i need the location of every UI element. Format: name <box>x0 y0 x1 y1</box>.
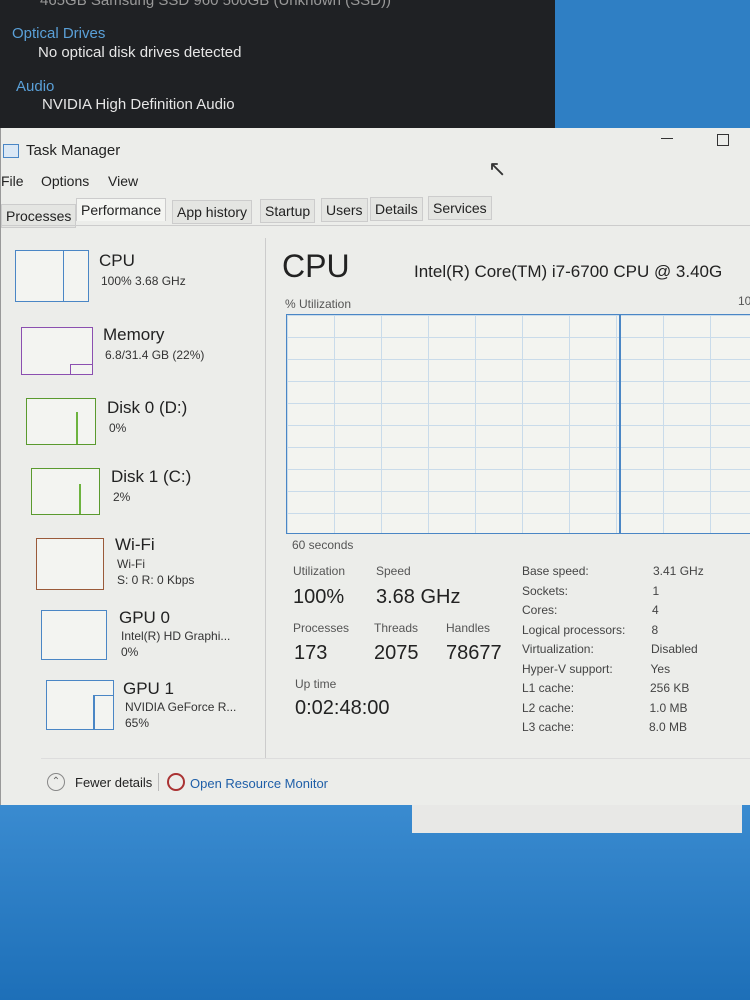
resource-monitor-icon <box>167 773 185 791</box>
spec-label: Virtualization: <box>522 642 594 656</box>
background-window-edge <box>412 805 742 833</box>
tab-services[interactable]: Services <box>428 196 492 220</box>
speed-label: Speed <box>376 564 411 578</box>
page-title: CPU <box>282 248 350 284</box>
sidebar-divider <box>265 238 266 758</box>
threads-value: 2075 <box>374 642 419 664</box>
section-heading: Audio <box>16 78 55 95</box>
handles-label: Handles <box>446 621 491 635</box>
tab-performance[interactable]: Performance <box>76 198 167 221</box>
speed-value: 3.68 GHz <box>376 586 461 608</box>
utilization-line <box>619 315 621 533</box>
spec-value: Yes <box>650 661 671 676</box>
section-heading: Optical Drives <box>12 25 106 42</box>
footer-divider <box>41 758 750 759</box>
spec-value: 256 KB <box>650 681 690 695</box>
sidebar-title: Disk 0 (D:) <box>107 398 188 417</box>
threads-label: Threads <box>374 621 419 635</box>
task-manager-window: Task Manager ↖ File Options View Process… <box>0 128 750 808</box>
background-system-info-window: 465GB Samsung SSD 960 500GB (Unknown (SS… <box>0 0 555 128</box>
sidebar-sub: 65% <box>125 716 150 730</box>
sidebar-sub: 0% <box>109 421 127 435</box>
wifi-thumbnail <box>36 538 104 590</box>
spec-value: 8.0 MB <box>649 720 688 734</box>
tab-details[interactable]: Details <box>370 197 423 221</box>
spec-value: Disabled <box>651 642 698 656</box>
utilization-label: Utilization <box>293 564 346 578</box>
minimize-button[interactable] <box>661 138 673 139</box>
sidebar-title: GPU 1 <box>123 679 175 698</box>
cpu-name: Intel(R) Core(TM) i7-6700 CPU @ 3.40G <box>414 262 723 281</box>
spec-label: Hyper-V support: <box>522 661 613 676</box>
sidebar-sub: 2% <box>113 490 131 504</box>
sidebar-sub: 0% <box>121 645 139 659</box>
spec-label: Cores: <box>522 603 558 617</box>
memory-thumbnail <box>21 327 93 375</box>
spec-value: 3.41 GHz <box>653 564 704 578</box>
menu-view[interactable]: View <box>108 173 138 189</box>
sidebar-title: Wi-Fi <box>115 535 155 554</box>
footer-separator <box>158 773 159 791</box>
maximize-button[interactable] <box>717 134 729 146</box>
tab-app-history[interactable]: App history <box>172 200 253 224</box>
disk-0-thumbnail <box>26 398 96 445</box>
processes-value: 173 <box>294 642 328 664</box>
graph-max-label: 10 <box>738 294 750 308</box>
handles-value: 78677 <box>446 642 502 664</box>
mouse-cursor-icon: ↖ <box>488 156 507 181</box>
tab-users[interactable]: Users <box>321 198 368 222</box>
sidebar-sub: NVIDIA GeForce R... <box>125 700 237 714</box>
open-resource-monitor-link[interactable]: Open Resource Monitor <box>190 776 328 791</box>
gpu-0-thumbnail <box>41 610 107 660</box>
desktop-background <box>0 805 750 1000</box>
spec-value: 1.0 MB <box>649 700 688 715</box>
window-title: Task Manager <box>26 142 121 159</box>
partial-line: 465GB Samsung SSD 960 500GB (Unknown (SS… <box>40 0 391 9</box>
spec-value: 4 <box>652 603 659 617</box>
time-label: 60 seconds <box>292 538 354 552</box>
spec-label: L1 cache: <box>522 681 575 695</box>
sidebar-sub: 6.8/31.4 GB (22%) <box>105 348 205 362</box>
spec-label: Base speed: <box>522 564 589 578</box>
tab-divider <box>1 225 750 226</box>
spec-label: L3 cache: <box>522 720 575 734</box>
cpu-thumbnail <box>15 250 89 302</box>
graph-label: % Utilization <box>285 297 352 311</box>
uptime-label: Up time <box>295 677 337 691</box>
sidebar-sub: 100% 3.68 GHz <box>101 274 186 288</box>
sidebar-sub: S: 0 R: 0 Kbps <box>117 573 195 587</box>
section-value: No optical disk drives detected <box>38 44 242 61</box>
sidebar-title: CPU <box>99 251 135 270</box>
spec-value: 1 <box>652 583 660 598</box>
cpu-utilization-graph <box>286 314 750 534</box>
sidebar-sub: Wi-Fi <box>117 557 145 571</box>
gpu-1-thumbnail <box>46 680 114 730</box>
sidebar-title: Memory <box>103 325 165 344</box>
spec-label: Logical processors: <box>522 622 626 637</box>
sidebar-sub: Intel(R) HD Graphi... <box>121 629 231 643</box>
spec-label: L2 cache: <box>522 700 575 715</box>
uptime-value: 0:02:48:00 <box>295 697 390 719</box>
task-manager-icon <box>3 144 19 158</box>
fewer-details-button[interactable]: Fewer details <box>75 775 152 790</box>
processes-label: Processes <box>293 621 350 635</box>
tab-startup[interactable]: Startup <box>260 199 316 223</box>
disk-1-thumbnail <box>31 468 100 515</box>
chevron-up-icon[interactable]: ⌃ <box>47 773 65 791</box>
utilization-value: 100% <box>293 586 345 608</box>
sidebar-title: Disk 1 (C:) <box>111 467 192 486</box>
spec-value: 8 <box>651 622 659 637</box>
section-value: NVIDIA High Definition Audio <box>42 96 235 113</box>
spec-label: Sockets: <box>522 583 569 598</box>
menu-options[interactable]: Options <box>41 173 89 189</box>
menu-file[interactable]: File <box>1 173 24 189</box>
sidebar-title: GPU 0 <box>119 608 171 627</box>
